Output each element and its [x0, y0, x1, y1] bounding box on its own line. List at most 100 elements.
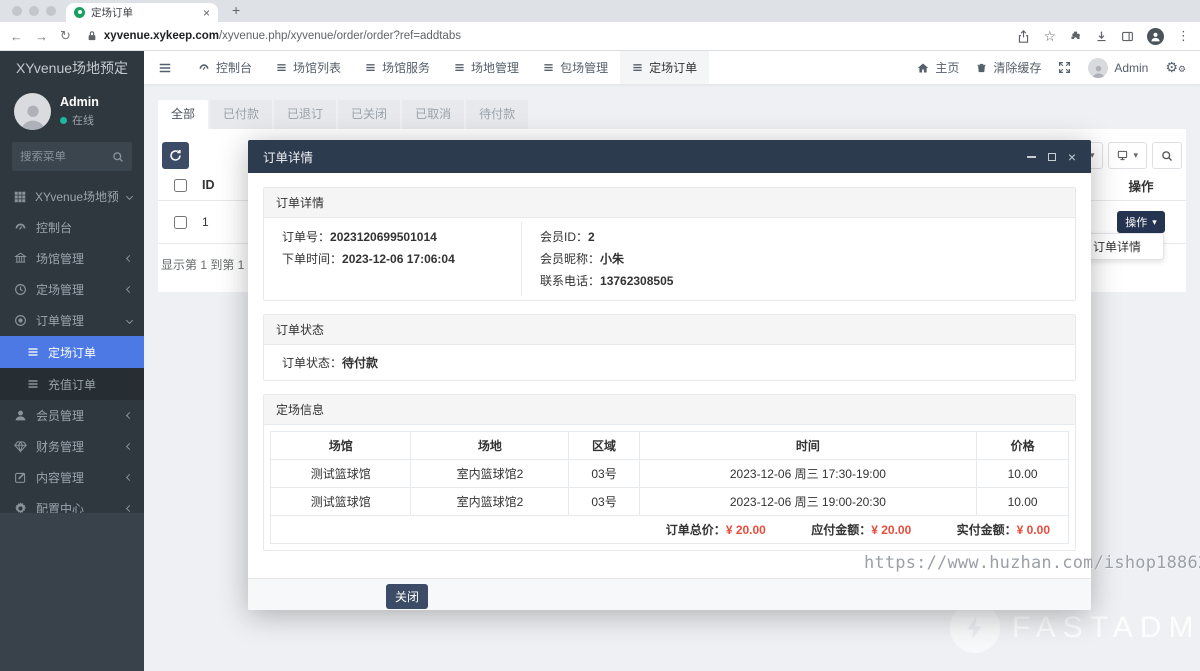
filter-tab-pending[interactable]: 待付款: [466, 100, 528, 129]
browser-menu-icon[interactable]: ⋮: [1177, 28, 1190, 44]
close-button[interactable]: 关闭: [386, 584, 428, 609]
order-no-row: 订单号：2023120699501014: [282, 226, 521, 248]
sidebar-user-panel[interactable]: Admin 在线: [0, 85, 144, 140]
fullscreen-icon[interactable]: [1058, 61, 1071, 74]
menu-search-input[interactable]: [20, 151, 112, 163]
refresh-icon: [169, 149, 182, 162]
export-button[interactable]: ▾: [1108, 142, 1147, 169]
bolt-icon: [950, 603, 1000, 653]
booking-table: 场馆 场地 区域 时间 价格 测试篮球馆 室内篮球馆2 03号 2023-12-…: [270, 431, 1069, 544]
chevron-left-icon: [126, 412, 133, 419]
forward-button[interactable]: →: [35, 29, 48, 44]
user-icon: [14, 409, 27, 422]
window-minimize-button[interactable]: [29, 6, 39, 16]
browser-profile-avatar[interactable]: [1147, 28, 1164, 45]
row-checkbox[interactable]: [174, 216, 187, 229]
order-total: 订单总价：¥ 20.00: [666, 523, 766, 537]
window-zoom-button[interactable]: [46, 6, 56, 16]
row-operation-button[interactable]: 操作 ▾: [1117, 211, 1165, 233]
extensions-puzzle-icon[interactable]: [1069, 30, 1082, 43]
settings-cogs-icon[interactable]: ⚙⚙: [1165, 59, 1186, 76]
home-link[interactable]: 主页: [917, 59, 959, 76]
avatar: [1088, 58, 1108, 78]
modal-close-icon[interactable]: ×: [1068, 150, 1076, 164]
gem-icon: [14, 440, 27, 453]
sidebar-item-member-mgmt[interactable]: 会员管理: [0, 400, 144, 431]
topnav-tab-label: 定场订单: [649, 59, 697, 76]
share-icon[interactable]: [1017, 30, 1030, 43]
topnav-tab-field-mgmt[interactable]: 场地管理: [442, 51, 531, 84]
address-bar[interactable]: xyvenue.xykeep.com/xyvenue.php/xyvenue/o…: [87, 30, 1006, 42]
menu-search-box[interactable]: [12, 142, 132, 171]
app-brand: XYvenue场地预定: [0, 51, 144, 85]
filter-tab-all[interactable]: 全部: [158, 100, 208, 129]
sidebar-item-finance-mgmt[interactable]: 财务管理: [0, 431, 144, 462]
filter-tab-refunded[interactable]: 已退订: [274, 100, 336, 129]
download-icon[interactable]: [1095, 30, 1108, 43]
col-venue: 场馆: [271, 432, 411, 460]
topnav-tab-charter-mgmt[interactable]: 包场管理: [531, 51, 620, 84]
sidebar-item-recharge-orders[interactable]: 充值订单: [0, 368, 144, 400]
topnav-tab-dashboard[interactable]: 控制台: [186, 51, 264, 84]
sidebar-item-content-mgmt[interactable]: 内容管理: [0, 462, 144, 493]
paid-amount: 实付金额：¥ 0.00: [957, 523, 1050, 537]
url-watermark: https://www.huzhan.com/ishop18862: [864, 553, 1200, 573]
topnav-tab-label: 场馆列表: [293, 59, 341, 76]
browser-url-bar: ← → ↻ xyvenue.xykeep.com/xyvenue.php/xyv…: [0, 22, 1200, 51]
sidebar-item-venue-mgmt[interactable]: 场馆管理: [0, 243, 144, 274]
chevron-left-icon: [126, 255, 133, 262]
sidebar-item-label: 财务管理: [36, 438, 118, 455]
sidebar-item-order-mgmt[interactable]: 订单管理: [0, 305, 144, 336]
tab-close-icon[interactable]: ×: [203, 7, 210, 19]
topnav-tab-venue-list[interactable]: 场馆列表: [264, 51, 353, 84]
export-icon: [1117, 150, 1128, 161]
topnav-tab-booking-orders[interactable]: 定场订单: [620, 51, 709, 84]
browser-tab[interactable]: 定场订单 ×: [66, 3, 218, 22]
col-zone: 区域: [569, 432, 639, 460]
sidebar-item-booking-orders[interactable]: 定场订单: [0, 336, 144, 368]
filter-tab-paid[interactable]: 已付款: [210, 100, 272, 129]
col-price: 价格: [977, 432, 1069, 460]
booking-row: 测试篮球馆 室内篮球馆2 03号 2023-12-06 周三 19:00-20:…: [271, 488, 1069, 516]
list-icon: [454, 62, 465, 73]
sidebar-item-dashboard[interactable]: 控制台: [0, 212, 144, 243]
clear-cache-link[interactable]: 清除缓存: [976, 59, 1041, 76]
window-close-button[interactable]: [12, 6, 22, 16]
chevron-down-icon: [126, 193, 133, 200]
url-path: /xyvenue.php/xyvenue/order/order?ref=add…: [219, 30, 461, 42]
refresh-button[interactable]: [162, 142, 189, 169]
modal-minimize-icon[interactable]: [1027, 156, 1036, 158]
sidebar: XYvenue场地预定 Admin 在线 XYvenue场地预定 控制台 场馆管…: [0, 51, 144, 671]
topnav-tab-venue-service[interactable]: 场馆服务: [353, 51, 442, 84]
booking-info-panel: 定场信息 场馆 场地 区域 时间 价格 测试篮球馆 室内篮球馆2 03号 202…: [263, 394, 1076, 551]
back-button[interactable]: ←: [10, 29, 23, 44]
home-icon: [917, 62, 929, 74]
sidebar-item-booking-mgmt[interactable]: 定场管理: [0, 274, 144, 305]
modal-maximize-icon[interactable]: [1048, 153, 1056, 161]
bookmark-star-icon[interactable]: ☆: [1043, 28, 1056, 45]
topnav-tab-label: 包场管理: [560, 59, 608, 76]
order-filter-tabs: 全部 已付款 已退订 已关闭 已取消 待付款: [158, 100, 528, 129]
select-all-checkbox[interactable]: [174, 179, 187, 192]
avatar: [14, 93, 51, 130]
side-panel-icon[interactable]: [1121, 30, 1134, 43]
new-tab-button[interactable]: +: [232, 2, 240, 18]
search-icon[interactable]: [112, 151, 124, 163]
list-icon: [27, 346, 39, 358]
fastadmin-watermark: FASTADMIN: [950, 603, 1200, 653]
sidebar-item-root[interactable]: XYvenue场地预定: [0, 181, 144, 212]
top-navbar: 控制台 场馆列表 场馆服务 场地管理 包场管理 定场订单 主页: [144, 51, 1200, 85]
sidebar-item-label: 内容管理: [36, 469, 118, 486]
search-toggle-button[interactable]: [1152, 142, 1182, 169]
sidebar-footer-area: [0, 513, 144, 671]
filter-tab-cancelled[interactable]: 已取消: [402, 100, 464, 129]
order-status-value: 待付款: [342, 356, 378, 370]
filter-tab-closed[interactable]: 已关闭: [338, 100, 400, 129]
list-icon: [632, 62, 643, 73]
modal-header[interactable]: 订单详情 ×: [248, 140, 1091, 173]
user-menu[interactable]: Admin: [1088, 58, 1148, 78]
modal-body: 订单详情 订单号：2023120699501014 下单时间：2023-12-0…: [248, 173, 1091, 578]
hamburger-menu-icon[interactable]: [144, 61, 186, 75]
reload-button[interactable]: ↻: [60, 28, 71, 44]
member-name-value: 小朱: [600, 252, 624, 266]
